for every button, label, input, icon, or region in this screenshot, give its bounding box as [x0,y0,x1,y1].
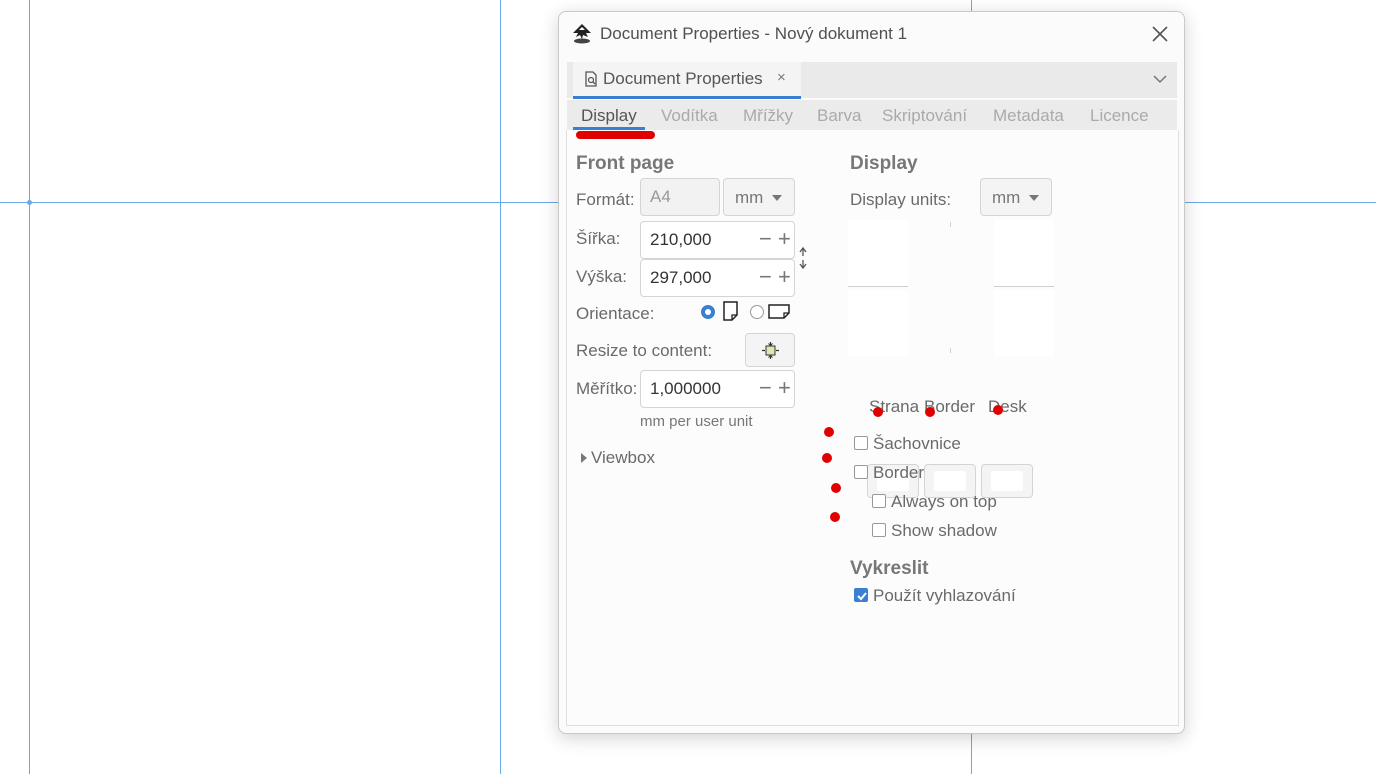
height-label: Výška: [576,267,628,286]
checkerboard-checkbox[interactable] [854,436,868,450]
annotation-dot [822,453,832,463]
orientation-label: Orientace: [576,304,655,323]
annotation-dot [831,483,841,493]
border-checkbox-label[interactable]: Border [873,463,924,483]
width-label: Šířka: [576,229,621,248]
format-unit-dropdown[interactable]: mm [723,178,795,216]
format-unit-value: mm [735,188,764,207]
close-icon[interactable] [1148,22,1172,46]
minus-icon[interactable]: − [759,228,772,250]
width-value: 210,000 [650,230,712,249]
render-heading: Vykreslit [850,558,929,579]
plus-icon[interactable]: + [778,266,791,288]
always-on-top-checkbox[interactable] [872,494,886,508]
show-shadow-label[interactable]: Show shadow [891,521,997,541]
page-preview [848,220,1054,356]
width-spinbutton[interactable]: 210,000 − + [640,221,795,259]
document-properties-icon [585,71,597,87]
dock-tab-bar: Document Properties × [567,62,1177,99]
format-label: Formát: [576,190,635,209]
plus-icon[interactable]: + [778,228,791,250]
landscape-page-icon [768,304,790,319]
guide-origin-marker [27,200,32,205]
annotation-dot [824,427,834,437]
display-heading: Display [850,153,918,174]
expander-arrow-icon [581,453,587,463]
display-units-dropdown[interactable]: mm [980,178,1052,216]
check-icon [857,592,867,601]
viewbox-label: Viewbox [591,448,655,467]
resize-to-content-button[interactable] [745,333,795,367]
orientation-landscape-radio[interactable] [750,305,764,319]
antialiasing-checkbox[interactable] [854,588,868,602]
annotation-dot [925,407,935,417]
tab-metadata[interactable]: Metadata [993,106,1064,126]
document-properties-dialog: Document Properties - Nový dokument 1 Do… [558,11,1185,734]
tab-skriptovani[interactable]: Skriptování [882,106,967,126]
checkerboard-label[interactable]: Šachovnice [873,434,961,454]
scale-spinbutton[interactable]: 1,000000 − + [640,370,795,408]
swap-dimensions-icon[interactable] [797,244,809,272]
dock-tab-close-icon[interactable]: × [777,69,786,86]
plus-icon[interactable]: + [778,377,791,399]
format-field[interactable]: A4 [640,178,720,216]
dropdown-arrow-icon [1029,195,1039,201]
portrait-page-icon [723,301,738,321]
tab-barva[interactable]: Barva [817,106,861,126]
display-units-value: mm [992,188,1021,207]
annotation-dot [993,405,1003,415]
dock-tab-document-properties[interactable]: Document Properties × [573,62,801,99]
scale-label: Měřítko: [576,379,638,398]
annotation-dot [873,407,883,417]
minus-icon[interactable]: − [759,377,772,399]
scale-value: 1,000000 [650,379,721,398]
notebook-tabs: Display Vodítka Mřížky Barva Skriptování… [567,100,1177,131]
resize-to-content-icon [762,342,779,359]
annotation-dot [830,512,840,522]
tab-display[interactable]: Display [581,106,637,126]
border-checkbox[interactable] [854,465,868,479]
dropdown-arrow-icon [772,195,782,201]
tab-voditka[interactable]: Vodítka [661,106,718,126]
display-page: Front page Formát: A4 mm Šířka: 210,000 … [566,130,1179,726]
height-value: 297,000 [650,268,712,287]
chevron-down-icon[interactable] [1151,70,1169,88]
height-spinbutton[interactable]: 297,000 − + [640,259,795,297]
resize-to-content-label: Resize to content: [576,341,713,360]
always-on-top-label[interactable]: Always on top [891,492,997,512]
inkscape-logo-icon [573,24,591,44]
orientation-portrait-radio[interactable] [701,305,715,319]
tab-licence[interactable]: Licence [1090,106,1149,126]
show-shadow-checkbox[interactable] [872,523,886,537]
annotation-underline [576,131,655,139]
antialiasing-label[interactable]: Použít vyhlazování [873,586,1016,606]
scale-hint: mm per user unit [640,413,753,430]
dialog-title: Document Properties - Nový dokument 1 [600,24,908,43]
title-bar[interactable]: Document Properties - Nový dokument 1 [559,12,1184,56]
minus-icon[interactable]: − [759,266,772,288]
display-units-label: Display units: [850,190,952,209]
canvas-guide-vertical [500,0,501,774]
canvas-guide-vertical [29,0,30,774]
tab-mrizky[interactable]: Mřížky [743,106,793,126]
front-page-heading: Front page [576,153,675,174]
dock-tab-label: Document Properties [603,69,763,88]
